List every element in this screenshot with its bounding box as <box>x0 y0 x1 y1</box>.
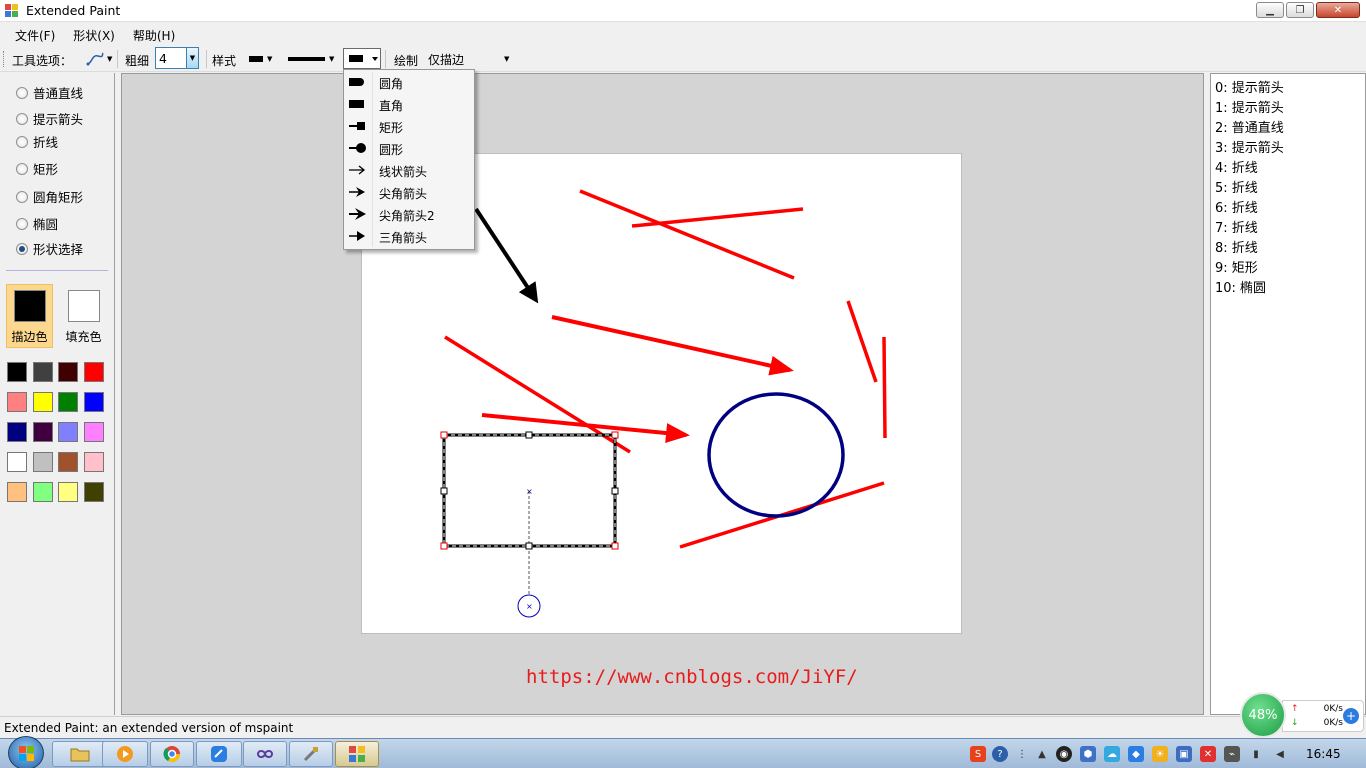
list-item[interactable]: 0: 提示箭头 <box>1215 77 1284 96</box>
list-item[interactable]: 7: 折线 <box>1215 217 1258 236</box>
square-anchor-icon <box>349 122 365 130</box>
list-item[interactable]: 2: 普通直线 <box>1215 117 1284 136</box>
usb-icon[interactable]: ⌁ <box>1224 746 1240 762</box>
list-item[interactable]: 10: 椭圆 <box>1215 277 1266 296</box>
volume-icon[interactable]: ◀ <box>1272 746 1288 762</box>
sogou-ime-icon[interactable]: S <box>970 746 986 762</box>
menu-item-label: 矩形 <box>379 121 404 135</box>
show-hidden-icons[interactable]: ▲ <box>1034 746 1050 762</box>
taskbar-chrome[interactable] <box>150 741 194 767</box>
play-icon <box>117 746 133 762</box>
triangle-arrow-icon <box>349 231 365 241</box>
shape-6-polyline[interactable] <box>882 336 887 439</box>
end-cap-menu: 圆角 直角 矩形 圆形 线状箭头 尖角箭头 尖角箭头2 三角箭头 <box>343 69 475 250</box>
menu-item-label: 线状箭头 <box>379 165 428 179</box>
tools-icon <box>303 747 318 762</box>
upload-arrow-icon: ↑ <box>1291 704 1299 714</box>
network-signal-icon[interactable]: ▮ <box>1248 746 1264 762</box>
upload-speed: ↑ 0K/s <box>1291 704 1343 714</box>
ime-options-icon[interactable]: ⋮ <box>1014 746 1030 762</box>
round-anchor-icon <box>349 143 366 153</box>
list-item[interactable]: 4: 折线 <box>1215 157 1258 176</box>
sharp-arrow-icon <box>349 187 365 197</box>
help-icon[interactable]: ? <box>992 746 1008 762</box>
status-bar: Extended Paint: an extended version of m… <box>0 716 1366 738</box>
taskbar-app-blue[interactable] <box>196 741 242 767</box>
menu-item-sharp-arrow2[interactable]: 尖角箭头2 <box>344 203 474 225</box>
taskbar-clock[interactable]: 16:45 <box>1306 747 1341 761</box>
shape-0-hint-arrow[interactable] <box>474 207 539 304</box>
round-cap-icon <box>349 78 364 86</box>
menu-item-round-anchor[interactable]: 圆形 <box>344 137 474 159</box>
shape-5-polyline[interactable] <box>846 300 878 383</box>
menu-item-flat-cap[interactable]: 直角 <box>344 93 474 115</box>
window-manager-icon[interactable]: ▣ <box>1176 746 1192 762</box>
shape-4-polyline[interactable] <box>631 207 804 228</box>
menu-item-square-anchor[interactable]: 矩形 <box>344 115 474 137</box>
list-item[interactable]: 5: 折线 <box>1215 177 1258 196</box>
menu-item-round-cap[interactable]: 圆角 <box>344 71 474 93</box>
start-button[interactable] <box>8 736 44 768</box>
list-item[interactable]: 6: 折线 <box>1215 197 1258 216</box>
menu-item-label: 三角箭头 <box>379 231 428 245</box>
menu-item-label: 尖角箭头 <box>379 187 428 201</box>
shape-2-line[interactable] <box>579 189 795 280</box>
folder-icon <box>70 748 90 762</box>
status-text: Extended Paint: an extended version of m… <box>4 721 294 735</box>
list-item[interactable]: 9: 矩形 <box>1215 257 1258 276</box>
browser-icon <box>163 746 181 763</box>
menu-item-line-arrow[interactable]: 线状箭头 <box>344 159 474 181</box>
list-item[interactable]: 1: 提示箭头 <box>1215 97 1284 116</box>
menu-item-sharp-arrow[interactable]: 尖角箭头 <box>344 181 474 203</box>
download-speed: ↓ 0K/s <box>1291 718 1343 728</box>
rotation-mark: × <box>526 602 533 611</box>
shape-10-ellipse[interactable] <box>707 392 845 518</box>
menu-item-triangle-arrow[interactable]: 三角箭头 <box>344 225 474 247</box>
weather-icon[interactable]: ☀ <box>1152 746 1168 762</box>
security-icon[interactable]: ⬢ <box>1080 746 1096 762</box>
sharp-arrow2-icon <box>349 208 366 220</box>
qq-icon[interactable]: ◉ <box>1056 746 1072 762</box>
shape-list[interactable]: 0: 提示箭头 1: 提示箭头 2: 普通直线 3: 提示箭头 4: 折线 5: 折线 6:… <box>1210 73 1366 715</box>
menu-item-label: 直角 <box>379 99 404 113</box>
download-arrow-icon: ↓ <box>1291 718 1299 728</box>
taskbar-extended-paint[interactable] <box>335 741 379 767</box>
line-arrow-icon <box>349 165 366 175</box>
infinity-icon <box>256 750 274 758</box>
feishu-icon[interactable]: ◆ <box>1128 746 1144 762</box>
net-speed-box: ↑ 0K/s ↓ 0K/s + <box>1282 700 1364 732</box>
taskbar-media-player[interactable] <box>102 741 148 767</box>
taskbar-explorer[interactable] <box>52 741 108 767</box>
watermark-url: https://www.cnblogs.com/JiYF/ <box>526 666 858 688</box>
taskbar: S ? ⋮ ▲ ◉ ⬢ ☁ ◆ ☀ ▣ ✕ ⌁ ▮ ◀ 16:45 <box>0 736 1366 768</box>
menu-item-label: 圆角 <box>379 77 404 91</box>
taskbar-tools[interactable] <box>289 741 333 767</box>
menu-item-label: 尖角箭头2 <box>379 209 435 223</box>
usage-percent-badge[interactable]: 48% <box>1240 692 1286 738</box>
taskbar-visual-studio[interactable] <box>243 741 287 767</box>
flat-cap-icon <box>349 100 364 108</box>
mute-icon[interactable]: ✕ <box>1200 746 1216 762</box>
center-mark: × <box>526 487 533 496</box>
paint-app-icon <box>349 746 365 762</box>
drawing-layer: × × <box>440 189 887 618</box>
plus-icon[interactable]: + <box>1343 708 1359 724</box>
network-monitor[interactable]: ↑ 0K/s ↓ 0K/s + 48% <box>1240 692 1364 738</box>
cloud-icon[interactable]: ☁ <box>1104 746 1120 762</box>
app-blue-icon <box>211 746 227 762</box>
shape-1-hint-arrow[interactable] <box>551 315 794 376</box>
list-item[interactable]: 3: 提示箭头 <box>1215 137 1284 156</box>
list-item[interactable]: 8: 折线 <box>1215 237 1258 256</box>
menu-item-label: 圆形 <box>379 143 404 157</box>
